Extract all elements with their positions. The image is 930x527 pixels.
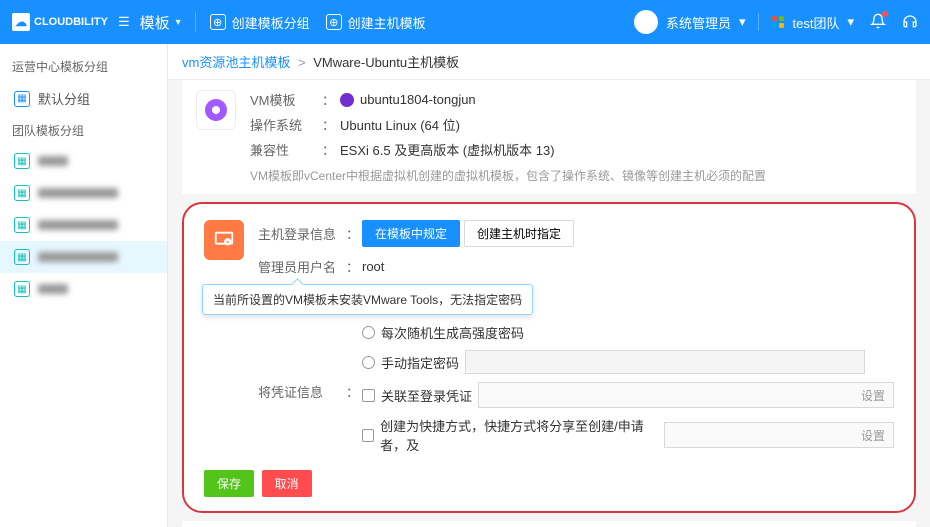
logo[interactable]: ☁ CLOUDBILITY [12,13,108,31]
breadcrumb-current: VMware-Ubuntu主机模板 [313,55,459,70]
tooltip-vmware-tools: 当前所设置的VM模板未安装VMware Tools，无法指定密码 [202,284,533,315]
label-os: 操作系统 [250,115,322,134]
sidebar-item-active[interactable]: ▦ [0,241,167,273]
sidebar-item[interactable]: ▦ [0,209,167,241]
radio-icon [362,326,375,339]
headset-icon[interactable] [902,14,918,30]
divider [195,12,196,32]
checkbox-shortcut[interactable] [362,429,374,442]
plus-icon: ⊕ [326,14,342,30]
label-login-info: 主机登录信息 [258,224,346,243]
folder-icon: ▦ [14,185,30,201]
bell-icon[interactable] [870,13,886,32]
chevron-down-icon[interactable]: ▾ [176,17,181,28]
ubuntu-icon [340,93,354,107]
check-shortcut-label: 创建为快捷方式，快捷方式将分享至创建/申请者，及 [380,416,658,454]
breadcrumb-link[interactable]: vm资源池主机模板 [182,55,290,70]
team-label[interactable]: test团队 [793,13,840,32]
chevron-down-icon[interactable]: ▾ [739,14,746,30]
tab-on-create[interactable]: 创建主机时指定 [464,220,574,247]
folder-icon: ▦ [14,281,30,297]
set-link[interactable]: 设置 [861,387,885,404]
vm-hint: VM模板即vCenter中根据虚拟机创建的虚拟机模板，包含了操作系统、镜像等创建… [250,167,902,184]
check-link-login-label: 关联至登录凭证 [381,386,472,405]
logo-icon: ☁ [12,13,30,31]
admin-user-value: root [362,259,384,274]
team-icon [771,15,785,29]
vm-info-panel: VM模板 ： ubuntu1804-tongjun 操作系统 ： Ubuntu … [182,80,916,194]
shortcut-share-field[interactable]: 设置 [664,422,894,448]
breadcrumb: vm资源池主机模板 > VMware-Ubuntu主机模板 [168,44,930,80]
label-vm-template: VM模板 [250,90,322,109]
chevron-down-icon[interactable]: ▾ [847,14,854,30]
cancel-button[interactable]: 取消 [262,470,312,497]
radio-random-password[interactable]: 每次随机生成高强度密码 [362,323,894,342]
create-template-group-button[interactable]: ⊕ 创建模板分组 [210,13,310,32]
main-content: vm资源池主机模板 > VMware-Ubuntu主机模板 VM模板 ： ubu… [168,44,930,527]
top-header: ☁ CLOUDBILITY ☰ 模板 ▾ ⊕ 创建模板分组 ⊕ 创建主机模板 系… [0,0,930,44]
user-area: 系统管理员 ▾ test团队 ▾ [634,10,918,34]
menu-icon[interactable]: ☰ [118,14,130,30]
sidebar-item-default-group[interactable]: ▦ 默认分组 [0,81,167,116]
username[interactable]: 系统管理员 [666,13,731,32]
label-compat: 兼容性 [250,140,322,159]
notification-dot [882,11,888,17]
page-title: 模板 [140,12,170,33]
login-info-panel: 主机登录信息 ： 在模板中规定 创建主机时指定 管理员用户名 ： root 凭证… [182,202,916,513]
set-link[interactable]: 设置 [861,427,885,444]
action-buttons: 保存 取消 [204,470,894,497]
logo-text: CLOUDBILITY [34,16,108,28]
sidebar-item[interactable]: ▦ [0,145,167,177]
plus-group-icon: ⊕ [210,14,226,30]
value-vm-template: ubuntu1804-tongjun [340,90,476,109]
spec-panel: 合名抑苦 ： 未设置 [182,521,916,527]
save-button[interactable]: 保存 [204,470,254,497]
checkbox-link-login[interactable] [362,389,375,402]
folder-icon: ▦ [14,249,30,265]
host-login-icon [204,220,244,260]
create-host-template-button[interactable]: ⊕ 创建主机模板 [326,13,426,32]
sidebar-section-team: 团队模板分组 [0,116,167,145]
label-bind-cred: 将凭证信息 [258,382,346,401]
label-admin-user: 管理员用户名 [258,257,346,276]
avatar[interactable] [634,10,658,34]
sidebar-section-ops: 运营中心模板分组 [0,52,167,81]
manual-password-input[interactable] [465,350,865,374]
sidebar: 运营中心模板分组 ▦ 默认分组 团队模板分组 ▦ ▦ ▦ ▦ ▦ [0,44,168,527]
folder-icon: ▦ [14,153,30,169]
value-os: Ubuntu Linux (64 位) [340,115,460,134]
radio-icon [362,356,375,369]
vm-template-icon [196,90,236,130]
sidebar-item[interactable]: ▦ [0,273,167,305]
radio-manual-password[interactable]: 手动指定密码 [362,350,894,374]
sidebar-item[interactable]: ▦ [0,177,167,209]
folder-icon: ▦ [14,217,30,233]
login-cred-field[interactable]: 设置 [478,382,894,408]
value-compat: ESXi 6.5 及更高版本 (虚拟机版本 13) [340,140,555,159]
tab-in-template[interactable]: 在模板中规定 [362,220,460,247]
folder-icon: ▦ [14,91,30,107]
